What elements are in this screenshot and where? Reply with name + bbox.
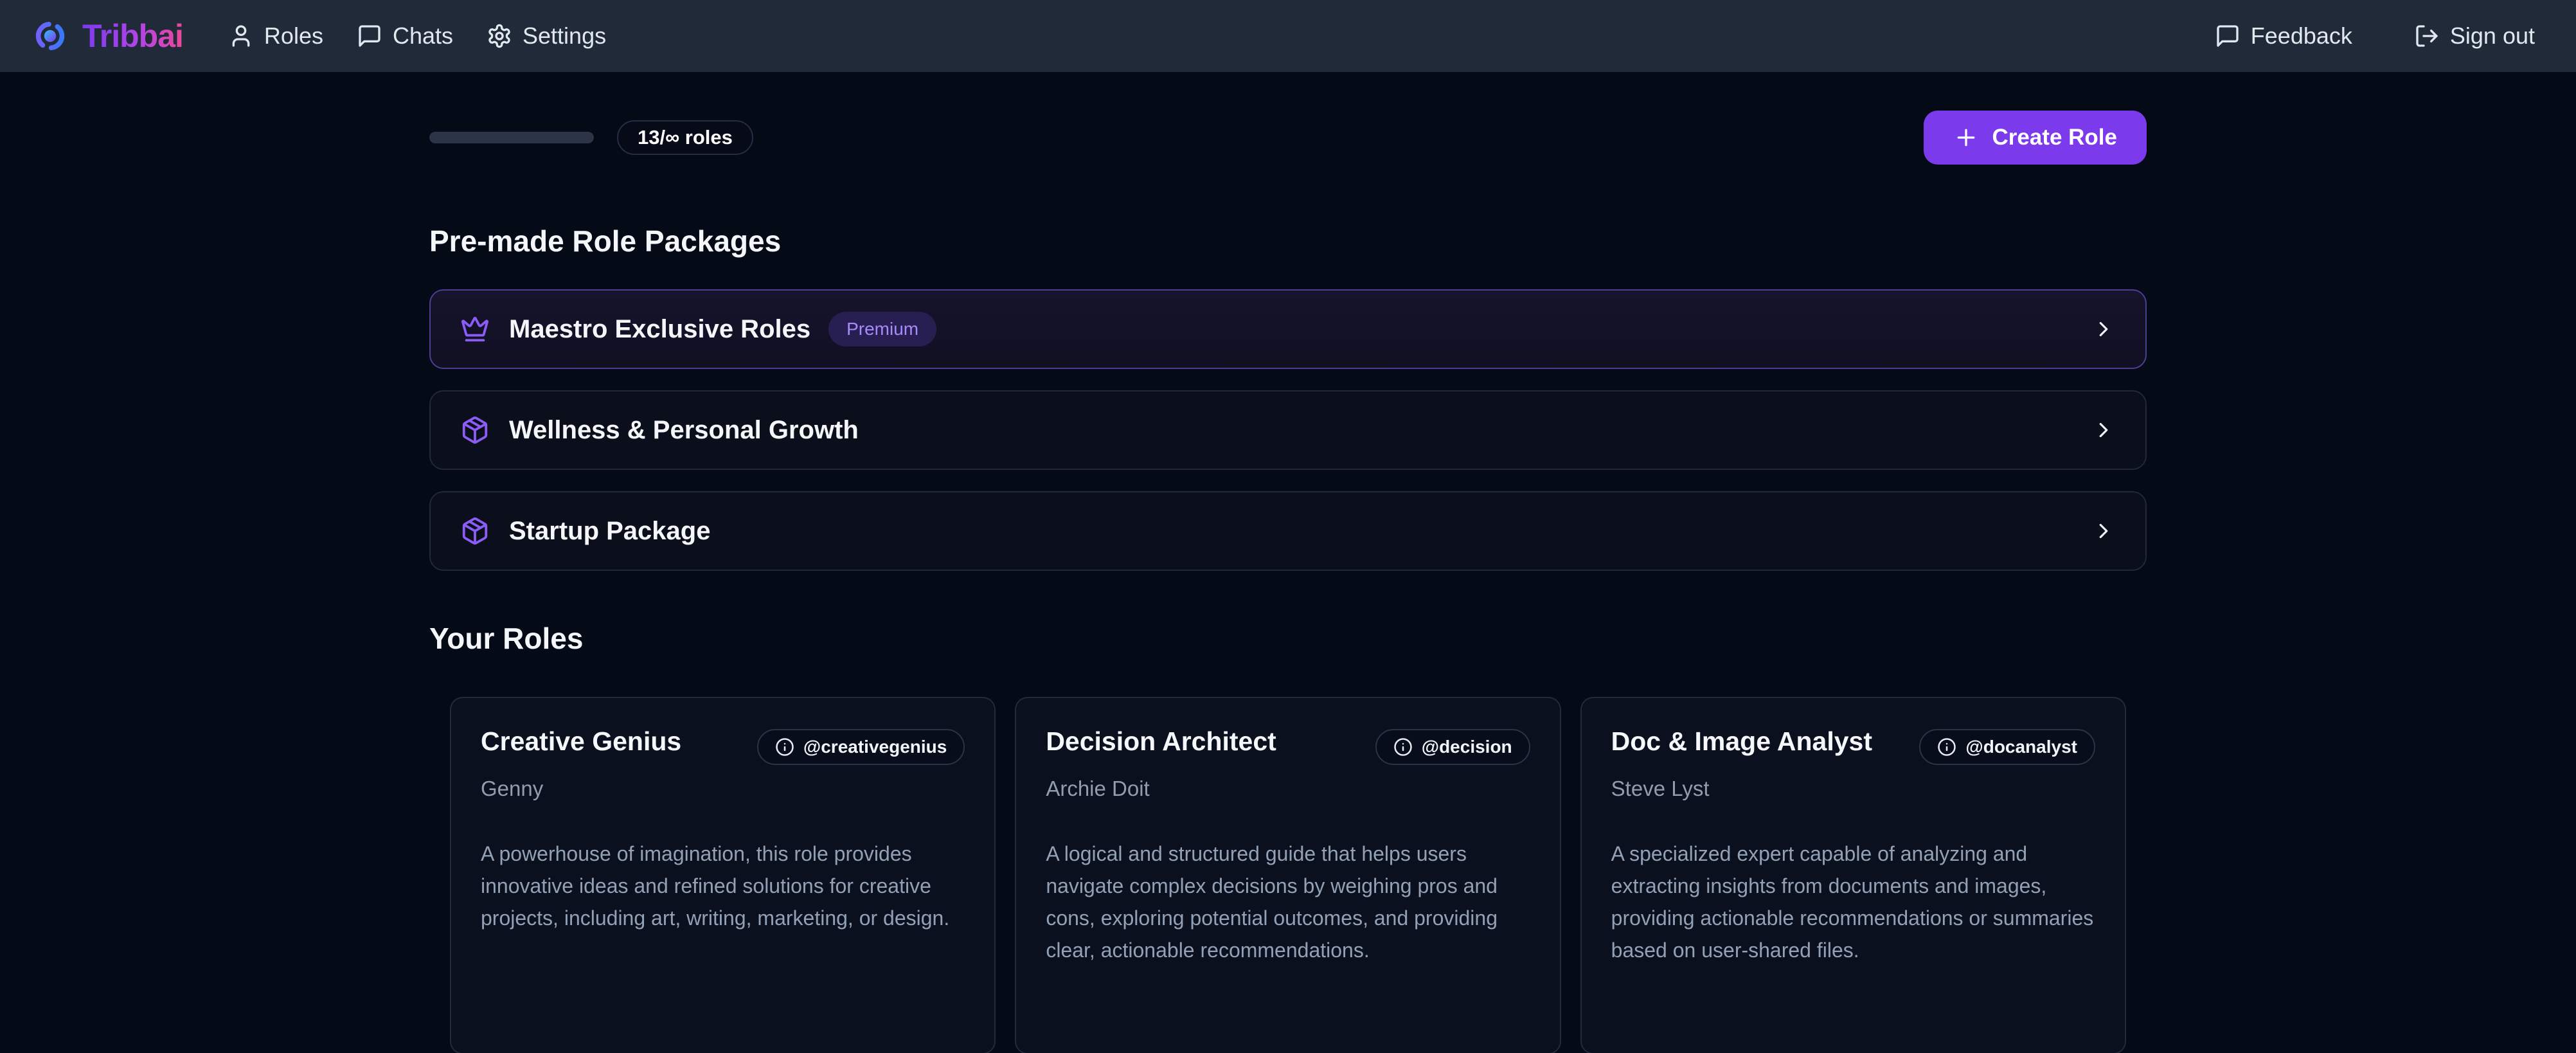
package-title: Startup Package <box>509 517 710 546</box>
main-content: 13/∞ roles Create Role Pre-made Role Pac… <box>429 111 2147 1053</box>
role-card-decision-architect[interactable]: Decision Architect @decision Archie Doit… <box>1015 697 1561 1053</box>
role-subtitle: Steve Lyst <box>1611 777 2095 801</box>
role-cards-grid: Creative Genius @creativegenius Genny A … <box>429 697 2147 1053</box>
package-list: Maestro Exclusive Roles Premium Wellness… <box>429 289 2147 571</box>
package-title: Maestro Exclusive Roles <box>509 315 810 344</box>
package-row-startup[interactable]: Startup Package <box>429 491 2147 571</box>
roles-progress-bar <box>429 132 594 143</box>
info-icon <box>1393 737 1413 757</box>
nav-item-settings[interactable]: Settings <box>487 22 606 50</box>
package-row-wellness[interactable]: Wellness & Personal Growth <box>429 390 2147 470</box>
role-card-creative-genius[interactable]: Creative Genius @creativegenius Genny A … <box>450 697 996 1053</box>
create-role-label: Create Role <box>1992 125 2117 150</box>
signout-icon <box>2414 23 2440 49</box>
card-header: Decision Architect @decision <box>1046 726 1530 765</box>
premade-section-title: Pre-made Role Packages <box>429 224 2147 258</box>
role-handle-badge[interactable]: @docanalyst <box>1919 729 2095 765</box>
role-card-doc-image-analyst[interactable]: Doc & Image Analyst @docanalyst Steve Ly… <box>1580 697 2126 1053</box>
nav-item-label: Chats <box>393 22 453 50</box>
nav-item-label: Roles <box>264 22 323 50</box>
role-subtitle: Genny <box>481 777 965 801</box>
roles-toolbar: 13/∞ roles Create Role <box>429 111 2147 165</box>
user-icon <box>228 23 254 49</box>
feedback-label: Feedback <box>2251 22 2352 50</box>
premium-badge: Premium <box>828 312 936 346</box>
signout-label: Sign out <box>2450 22 2535 50</box>
role-card-title: Doc & Image Analyst <box>1611 726 1872 757</box>
role-description: A logical and structured guide that help… <box>1046 838 1530 967</box>
create-role-button[interactable]: Create Role <box>1924 111 2147 165</box>
top-nav: Tribbai Roles Chats <box>0 0 2576 72</box>
nav-item-roles[interactable]: Roles <box>228 22 323 50</box>
roles-count-badge: 13/∞ roles <box>617 120 753 155</box>
feedback-button[interactable]: Feedback <box>2215 22 2352 50</box>
nav-right-group: Feedback Sign out <box>2215 22 2535 50</box>
info-icon <box>1937 737 1956 757</box>
card-header: Doc & Image Analyst @docanalyst <box>1611 726 2095 765</box>
nav-item-chats[interactable]: Chats <box>357 22 453 50</box>
chevron-right-icon <box>2091 317 2116 341</box>
package-icon <box>460 415 490 445</box>
info-icon <box>775 737 794 757</box>
role-card-title: Creative Genius <box>481 726 681 757</box>
nav-item-label: Settings <box>523 22 606 50</box>
chevron-right-icon <box>2091 519 2116 543</box>
tribbai-logo-icon <box>33 19 67 53</box>
role-handle: @decision <box>1422 737 1512 757</box>
package-row-maestro[interactable]: Maestro Exclusive Roles Premium <box>429 289 2147 369</box>
role-handle-badge[interactable]: @creativegenius <box>757 729 965 765</box>
signout-button[interactable]: Sign out <box>2414 22 2535 50</box>
role-handle-badge[interactable]: @decision <box>1375 729 1530 765</box>
role-subtitle: Archie Doit <box>1046 777 1530 801</box>
role-card-title: Decision Architect <box>1046 726 1276 757</box>
chat-icon <box>357 23 382 49</box>
your-roles-title: Your Roles <box>429 621 2147 656</box>
plus-icon <box>1953 125 1979 150</box>
crown-icon <box>460 314 490 344</box>
role-description: A powerhouse of imagination, this role p… <box>481 838 965 935</box>
brand-logo[interactable]: Tribbai <box>33 17 183 55</box>
role-handle: @docanalyst <box>1965 737 2077 757</box>
package-icon <box>460 516 490 546</box>
brand-name: Tribbai <box>82 17 183 55</box>
primary-nav: Roles Chats Settings <box>228 22 606 50</box>
role-description: A specialized expert capable of analyzin… <box>1611 838 2095 967</box>
role-handle: @creativegenius <box>803 737 947 757</box>
package-title: Wellness & Personal Growth <box>509 416 859 445</box>
card-header: Creative Genius @creativegenius <box>481 726 965 765</box>
gear-icon <box>487 23 512 49</box>
chevron-right-icon <box>2091 418 2116 442</box>
feedback-chat-icon <box>2215 23 2241 49</box>
